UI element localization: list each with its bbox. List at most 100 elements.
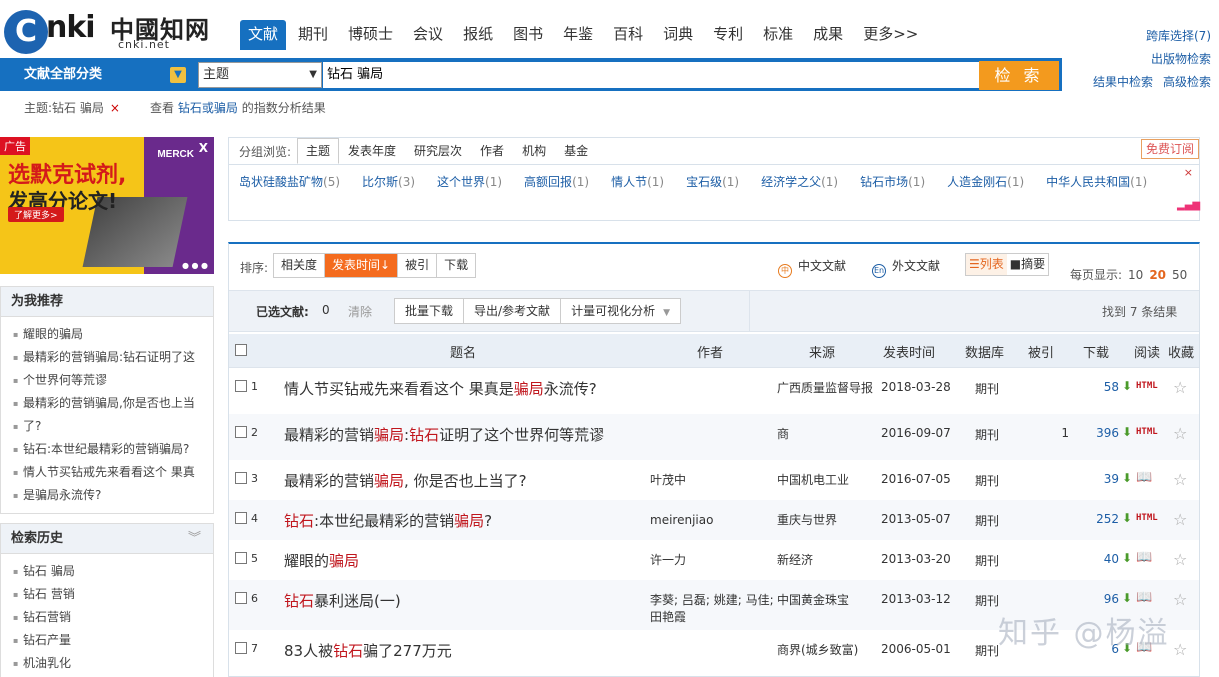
star-icon[interactable]: ☆ [1173, 640, 1187, 659]
group-tab-0[interactable]: 主题 [297, 138, 340, 164]
list-item[interactable]: 钻石:本世纪最精彩的营销骗局? [13, 438, 205, 461]
search-input[interactable]: 钻石 骗局 [323, 62, 979, 88]
tab-8[interactable]: 词典 [655, 20, 701, 50]
row-checkbox[interactable]: 7 [235, 642, 258, 655]
index-analysis-link[interactable]: 查看 钻石或骗局 的指数分析结果 [150, 99, 326, 116]
search-field-select[interactable]: 主题 ▼ [198, 62, 322, 88]
subscribe-button[interactable]: 免费订阅 [1140, 139, 1199, 159]
group-item[interactable]: 岛状硅酸盐矿物(5) [239, 171, 340, 194]
author-link[interactable]: 叶茂中 [650, 472, 776, 489]
author-link[interactable]: 许一力 [650, 552, 776, 569]
clear-button[interactable]: 清除 [348, 303, 372, 320]
chinese-docs-toggle[interactable]: 中中文文献 [778, 257, 846, 278]
list-item[interactable]: 钻石营销 [13, 606, 205, 629]
group-item[interactable]: 比尔斯(3) [362, 171, 415, 194]
checkbox[interactable] [235, 426, 247, 438]
col-cited[interactable]: 被引 [1028, 342, 1054, 361]
chevron-down-icon[interactable]: ︾ [188, 524, 201, 554]
star-icon[interactable]: ☆ [1173, 424, 1187, 443]
search-button[interactable]: 检 索 [979, 61, 1059, 90]
list-item[interactable]: 是骗局永流传? [13, 484, 205, 507]
group-item[interactable]: 高额回报(1) [524, 171, 589, 194]
search-within-link[interactable]: 结果中检索 [1093, 75, 1153, 89]
list-item[interactable]: 耀眼的骗局 [13, 323, 205, 346]
cnki-logo[interactable]: C nki 中國知网 cnki.net [4, 8, 214, 54]
tab-3[interactable]: 会议 [405, 20, 451, 50]
download-count[interactable]: 40 [1087, 552, 1119, 566]
batch-button-0[interactable]: 批量下载 [395, 299, 465, 323]
col-title[interactable]: 题名 [450, 342, 476, 361]
source-link[interactable]: 中国机电工业 [777, 472, 873, 489]
tab-1[interactable]: 期刊 [290, 20, 336, 50]
group-tab-3[interactable]: 作者 [471, 138, 513, 164]
checkbox[interactable] [235, 552, 247, 564]
result-title-link[interactable]: 最精彩的营销骗局, 你是否也上当了? [284, 470, 527, 491]
tab-2[interactable]: 博硕士 [340, 20, 401, 50]
list-item[interactable]: 最精彩的营销骗局:钻石证明了这 [13, 346, 205, 369]
download-count[interactable]: 39 [1087, 472, 1119, 486]
view-option-0[interactable]: ☰列表 [966, 254, 1007, 275]
result-title-link[interactable]: 最精彩的营销骗局:钻石证明了这个世界何等荒谬 [284, 424, 604, 445]
tab-4[interactable]: 报纸 [455, 20, 501, 50]
source-link[interactable]: 商界(城乡致富) [777, 642, 873, 659]
group-tab-2[interactable]: 研究层次 [405, 138, 471, 164]
tab-11[interactable]: 成果 [805, 20, 851, 50]
list-item[interactable]: 钻石 营销 [13, 583, 205, 606]
book-icon[interactable]: 📖 [1136, 590, 1152, 605]
per-page-option[interactable]: 20 [1149, 268, 1166, 282]
result-title-link[interactable]: 83人被钻石骗了277万元 [284, 640, 452, 661]
checkbox[interactable] [235, 592, 247, 604]
per-page-option[interactable]: 50 [1172, 268, 1187, 282]
author-link[interactable]: meirenjiao [650, 512, 776, 529]
sort-option-3[interactable]: 下载 [437, 254, 476, 277]
list-item[interactable]: 机油乳化 [13, 652, 205, 675]
html-read-button[interactable]: HTML [1136, 427, 1158, 437]
sort-option-2[interactable]: 被引 [398, 254, 438, 277]
col-source[interactable]: 来源 [809, 342, 835, 361]
result-title-link[interactable]: 钻石:本世纪最精彩的营销骗局? [284, 510, 492, 531]
group-tab-5[interactable]: 基金 [555, 138, 597, 164]
row-checkbox[interactable]: 1 [235, 380, 258, 393]
list-item[interactable]: 最精彩的营销骗局,你是否也上当 [13, 392, 205, 415]
result-title-link[interactable]: 钻石暴利迷局(一) [284, 590, 401, 611]
ad-more-button[interactable]: 了解更多> [8, 207, 64, 222]
checkbox[interactable] [235, 642, 247, 654]
close-icon[interactable]: X [199, 141, 208, 155]
row-checkbox[interactable]: 4 [235, 512, 258, 525]
star-icon[interactable]: ☆ [1173, 470, 1187, 489]
tab-12[interactable]: 更多>> [855, 20, 926, 50]
col-downloads[interactable]: 下载 [1083, 342, 1109, 361]
download-count[interactable]: 96 [1087, 592, 1119, 606]
book-icon[interactable]: 📖 [1136, 550, 1152, 565]
col-date[interactable]: 发表时间 [883, 342, 935, 361]
result-title-link[interactable]: 耀眼的骗局 [284, 550, 359, 571]
tab-10[interactable]: 标准 [755, 20, 801, 50]
chart-icon[interactable]: ▂▄▆ [1177, 200, 1200, 212]
publication-search-link[interactable]: 出版物检索 [1083, 48, 1211, 71]
tab-9[interactable]: 专利 [705, 20, 751, 50]
download-count[interactable]: 396 [1087, 426, 1119, 440]
star-icon[interactable]: ☆ [1173, 378, 1187, 397]
checkbox[interactable] [235, 512, 247, 524]
foreign-docs-toggle[interactable]: En 外文文献 [872, 257, 940, 278]
html-read-button[interactable]: HTML [1136, 381, 1158, 391]
download-count[interactable]: 252 [1087, 512, 1119, 526]
group-item[interactable]: 这个世界(1) [437, 171, 502, 194]
list-item[interactable]: 个世界何等荒谬 [13, 369, 205, 392]
col-author[interactable]: 作者 [697, 342, 723, 361]
list-item[interactable]: 钻石 骗局 [13, 560, 205, 583]
download-icon[interactable]: ⬇ [1122, 379, 1132, 393]
row-checkbox[interactable]: 3 [235, 472, 258, 485]
group-item[interactable]: 经济学之父(1) [761, 171, 838, 194]
download-icon[interactable]: ⬇ [1122, 471, 1132, 485]
list-item[interactable]: 钻石产量 [13, 629, 205, 652]
download-icon[interactable]: ⬇ [1122, 551, 1132, 565]
per-page-option[interactable]: 10 [1128, 268, 1143, 282]
ad-banner[interactable]: 广告 选默克试剂, 发高分论文! 了解更多> MERCK X ● ● ● [0, 137, 214, 274]
sort-option-1[interactable]: 发表时间↓ [325, 254, 399, 277]
author-link[interactable]: 李葵; 吕磊; 姚建; 马佳; 田艳霞 [650, 592, 776, 626]
group-item[interactable]: 情人节(1) [611, 171, 664, 194]
cross-db-link[interactable]: 跨库选择(7) [1083, 25, 1211, 48]
source-link[interactable]: 新经济 [777, 552, 873, 569]
close-icon[interactable]: × [110, 101, 120, 115]
